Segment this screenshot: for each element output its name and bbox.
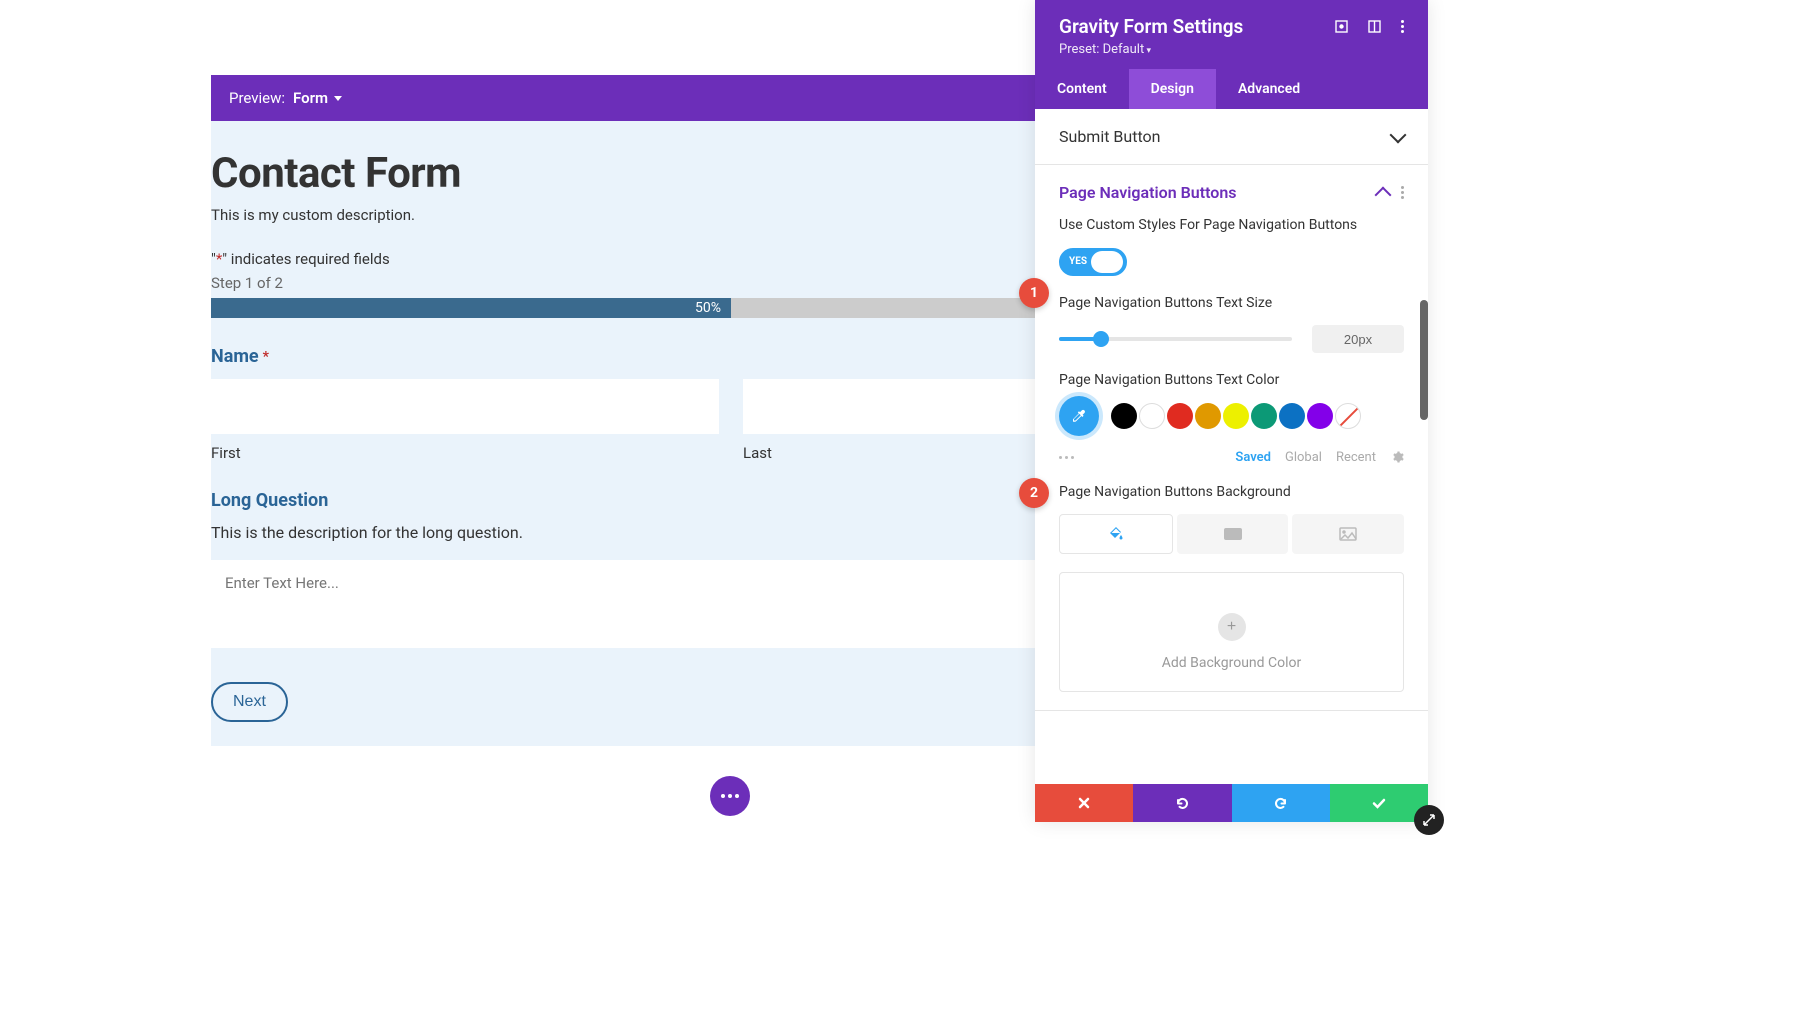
color-picker-button[interactable] bbox=[1059, 396, 1099, 436]
bg-tab-color[interactable] bbox=[1059, 514, 1173, 554]
paint-bucket-icon bbox=[1108, 526, 1124, 542]
color-tabs-row: Saved Global Recent bbox=[1059, 450, 1404, 465]
swatch-orange[interactable] bbox=[1195, 403, 1221, 429]
add-bg-label: Add Background Color bbox=[1080, 655, 1383, 671]
text-size-input[interactable] bbox=[1312, 325, 1404, 353]
image-icon bbox=[1339, 527, 1357, 541]
gradient-icon bbox=[1224, 528, 1242, 540]
bg-setting: Page Navigation Buttons Background + Add… bbox=[1035, 483, 1428, 711]
next-button[interactable]: Next bbox=[211, 682, 288, 722]
swatch-white[interactable] bbox=[1139, 403, 1165, 429]
text-color-label: Page Navigation Buttons Text Color bbox=[1059, 371, 1404, 391]
eyedropper-icon bbox=[1071, 408, 1087, 424]
close-button[interactable] bbox=[1035, 784, 1133, 822]
tab-design[interactable]: Design bbox=[1129, 69, 1216, 109]
fab-more-button[interactable] bbox=[710, 776, 750, 816]
preview-dropdown[interactable]: Form bbox=[293, 89, 342, 107]
section-page-nav-buttons: Page Navigation Buttons Use Custom Style… bbox=[1035, 165, 1428, 711]
custom-styles-toggle[interactable]: YES bbox=[1059, 248, 1127, 276]
redo-button[interactable] bbox=[1232, 784, 1330, 822]
chevron-up-icon bbox=[1375, 186, 1392, 203]
color-tab-recent[interactable]: Recent bbox=[1336, 450, 1376, 465]
text-size-setting: Page Navigation Buttons Text Size bbox=[1035, 294, 1428, 372]
preset-dropdown[interactable]: Preset: Default bbox=[1059, 42, 1404, 57]
resize-handle[interactable] bbox=[1414, 805, 1444, 835]
add-bg-color-button[interactable]: + bbox=[1218, 613, 1246, 641]
check-icon bbox=[1372, 798, 1386, 809]
text-size-slider[interactable] bbox=[1059, 337, 1292, 341]
progress-fill: 50% bbox=[211, 298, 731, 318]
swatch-red[interactable] bbox=[1167, 403, 1193, 429]
section-more-icon[interactable] bbox=[1401, 186, 1404, 199]
expand-icon[interactable] bbox=[1335, 20, 1348, 33]
first-sublabel: First bbox=[211, 444, 719, 462]
color-tab-saved[interactable]: Saved bbox=[1235, 450, 1271, 465]
undo-icon bbox=[1175, 796, 1190, 811]
section-header[interactable]: Page Navigation Buttons bbox=[1035, 165, 1428, 216]
color-swatches bbox=[1059, 403, 1404, 436]
panel-title: Gravity Form Settings bbox=[1059, 15, 1243, 38]
preview-label: Preview: bbox=[229, 89, 285, 107]
tab-content[interactable]: Content bbox=[1035, 69, 1129, 109]
annotation-badge-1: 1 bbox=[1019, 278, 1049, 308]
close-icon bbox=[1078, 797, 1090, 809]
undo-button[interactable] bbox=[1133, 784, 1231, 822]
gear-icon[interactable] bbox=[1390, 450, 1404, 464]
panel-body: Submit Button Page Navigation Buttons Us… bbox=[1035, 109, 1428, 784]
tab-advanced[interactable]: Advanced bbox=[1216, 69, 1322, 109]
custom-styles-setting: Use Custom Styles For Page Navigation Bu… bbox=[1035, 216, 1428, 294]
settings-panel: Gravity Form Settings Preset: Default Co… bbox=[1035, 0, 1428, 822]
first-name-input[interactable] bbox=[211, 379, 719, 434]
slider-thumb[interactable] bbox=[1093, 331, 1109, 347]
swatch-none[interactable] bbox=[1335, 403, 1361, 429]
custom-styles-label: Use Custom Styles For Page Navigation Bu… bbox=[1059, 216, 1404, 236]
color-tab-global[interactable]: Global bbox=[1285, 450, 1322, 465]
bg-tab-gradient[interactable] bbox=[1177, 514, 1289, 554]
resize-icon bbox=[1422, 813, 1436, 827]
panel-header-icons bbox=[1335, 20, 1404, 33]
swatch-yellow[interactable] bbox=[1223, 403, 1249, 429]
text-color-setting: Page Navigation Buttons Text Color bbox=[1035, 371, 1428, 483]
more-vertical-icon[interactable] bbox=[1401, 20, 1404, 33]
columns-icon[interactable] bbox=[1368, 20, 1381, 33]
panel-footer bbox=[1035, 784, 1428, 822]
bg-tabs bbox=[1059, 514, 1404, 554]
chevron-down-icon bbox=[1390, 126, 1407, 143]
bg-color-preview: + Add Background Color bbox=[1059, 572, 1404, 692]
progress-text: 50% bbox=[695, 300, 721, 316]
redo-icon bbox=[1273, 796, 1288, 811]
swatch-teal[interactable] bbox=[1251, 403, 1277, 429]
swatch-black[interactable] bbox=[1111, 403, 1137, 429]
swatch-blue[interactable] bbox=[1279, 403, 1305, 429]
bg-label: Page Navigation Buttons Background bbox=[1059, 483, 1404, 503]
scrollbar-thumb[interactable] bbox=[1420, 300, 1428, 420]
text-size-label: Page Navigation Buttons Text Size bbox=[1059, 294, 1404, 314]
swatch-purple[interactable] bbox=[1307, 403, 1333, 429]
more-dots-icon bbox=[721, 794, 739, 798]
panel-header: Gravity Form Settings Preset: Default bbox=[1035, 0, 1428, 69]
more-swatches-icon[interactable] bbox=[1059, 456, 1074, 459]
section-submit-button[interactable]: Submit Button bbox=[1035, 109, 1428, 165]
bg-tab-image[interactable] bbox=[1292, 514, 1404, 554]
toggle-knob bbox=[1091, 251, 1123, 273]
section-title: Page Navigation Buttons bbox=[1059, 183, 1236, 202]
panel-tabs: Content Design Advanced bbox=[1035, 69, 1428, 109]
required-marker: * bbox=[263, 349, 269, 365]
annotation-badge-2: 2 bbox=[1019, 478, 1049, 508]
